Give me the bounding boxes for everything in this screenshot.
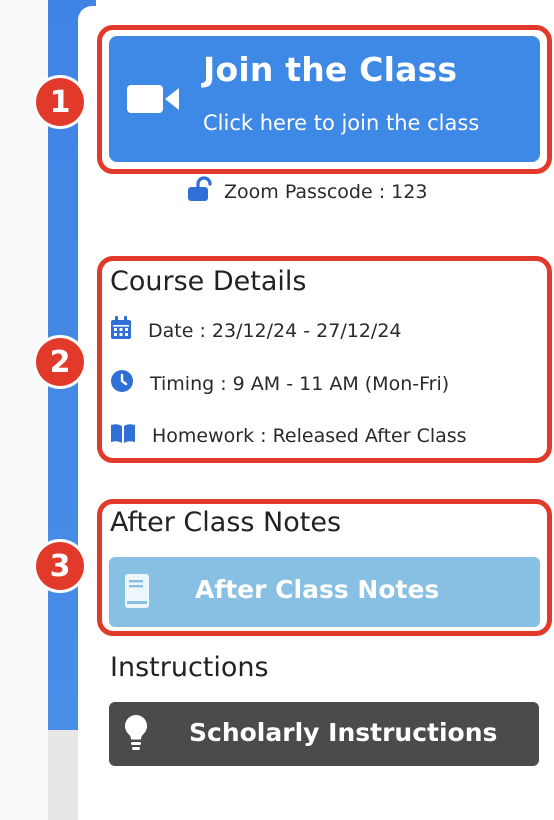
instructions-heading: Instructions [110,652,269,683]
unlock-icon [186,176,212,207]
join-class-button[interactable]: Join the Class Click here to join the cl… [109,36,540,162]
calendar-icon [110,316,132,345]
course-details-heading: Course Details [110,266,307,297]
zoom-passcode-text: Zoom Passcode : 123 [224,180,428,203]
annotation-badge-2: 2 [36,338,84,386]
after-class-notes-label: After Class Notes [195,575,440,604]
annotation-badge-1: 1 [36,78,84,126]
course-date-row: Date : 23/12/24 - 27/12/24 [110,316,402,345]
course-timing-row: Timing : 9 AM - 11 AM (Mon-Fri) [110,369,449,398]
scholarly-instructions-button[interactable]: Scholarly Instructions [109,702,539,766]
course-date-text: Date : 23/12/24 - 27/12/24 [148,319,402,342]
course-homework-row: Homework : Released After Class [110,422,467,449]
after-class-notes-heading: After Class Notes [110,507,342,538]
book-icon [123,573,151,613]
side-panel-footer [48,730,80,820]
after-class-notes-button[interactable]: After Class Notes [109,557,540,627]
video-camera-icon [127,84,179,118]
annotation-badge-3: 3 [36,542,84,590]
lightbulb-icon [123,714,149,758]
page-background-left [0,0,48,820]
zoom-passcode: Zoom Passcode : 123 [186,176,427,207]
course-timing-text: Timing : 9 AM - 11 AM (Mon-Fri) [150,372,450,395]
course-homework-text: Homework : Released After Class [152,424,467,447]
scholarly-instructions-label: Scholarly Instructions [189,718,498,747]
join-class-subtitle: Click here to join the class [203,111,480,135]
open-book-icon [110,422,136,449]
join-class-title: Join the Class [203,50,458,89]
clock-icon [110,369,134,398]
